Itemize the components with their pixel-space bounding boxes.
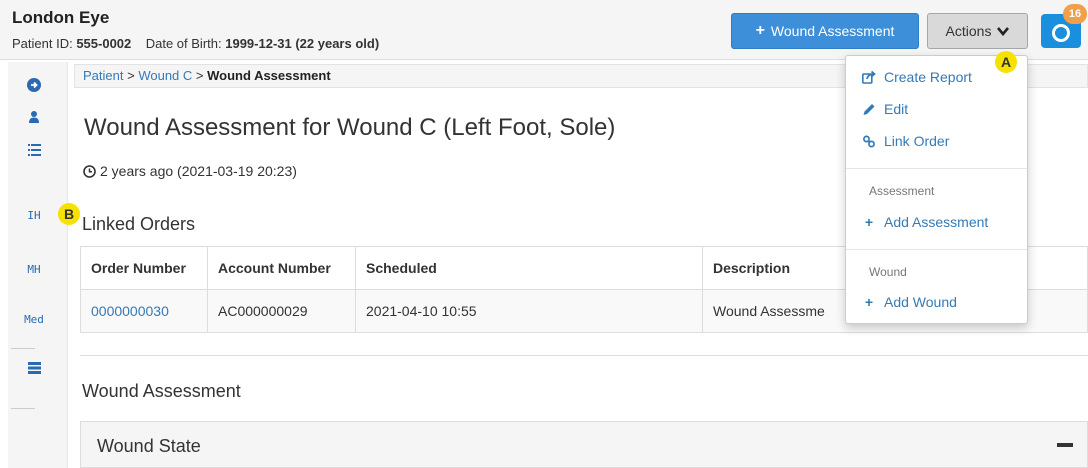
clock-icon — [83, 164, 96, 178]
collapse-icon[interactable] — [1057, 443, 1073, 447]
menu-item-create-report[interactable]: Create Report — [862, 69, 972, 85]
menu-divider — [846, 249, 1027, 250]
annotation-marker-b: B — [58, 203, 80, 225]
order-number-cell[interactable]: 0000000030 — [80, 289, 208, 333]
assessment-time-text: 2 years ago (2021-03-19 20:23) — [100, 163, 297, 179]
menu-divider — [846, 168, 1027, 169]
plus-icon: + — [864, 214, 874, 230]
menu-item-edit[interactable]: Edit — [862, 101, 908, 117]
sidebar-item-mh[interactable]: MH — [8, 263, 60, 276]
sidebar-item-patient[interactable] — [8, 110, 60, 123]
wound-assessment-heading: Wound Assessment — [82, 381, 241, 401]
med-icon: Med — [24, 313, 44, 326]
add-wound-label: Add Wound — [884, 294, 957, 310]
menu-header-assessment: Assessment — [869, 184, 935, 198]
column-header-order-number[interactable]: Order Number — [80, 246, 208, 290]
assessment-time: 2 years ago (2021-03-19 20:23) — [83, 163, 297, 179]
pencil-icon — [863, 103, 875, 115]
plus-icon: + — [864, 294, 874, 310]
sidebar-item-arrow[interactable] — [8, 78, 60, 92]
menu-header-wound: Wound — [869, 265, 907, 279]
account-number-cell: AC000000029 — [207, 289, 356, 333]
patient-id: 555-0002 — [76, 36, 132, 51]
link-icon — [863, 135, 875, 147]
patient-id-label: Patient ID: — [12, 36, 73, 51]
sidebar-item-list[interactable] — [8, 144, 60, 156]
breadcrumb-separator: > — [127, 68, 135, 83]
share-square-icon — [862, 70, 876, 84]
linked-orders-heading: Linked Orders — [82, 214, 196, 234]
breadcrumb-patient-link[interactable]: Patient — [83, 68, 123, 83]
plus-icon: + — [755, 22, 765, 39]
arrow-circle-right-icon — [27, 78, 41, 92]
menu-item-add-wound[interactable]: + Add Wound — [862, 294, 957, 310]
patient-name: London Eye — [12, 8, 110, 27]
actions-dropdown-button[interactable]: Actions — [927, 13, 1028, 49]
order-number-link[interactable]: 0000000030 — [91, 303, 169, 319]
add-assessment-label: Add Assessment — [884, 214, 989, 230]
column-header-scheduled[interactable]: Scheduled — [355, 246, 703, 290]
actions-dropdown-menu: Create Report Edit Link Order Assessment… — [845, 55, 1028, 324]
chevron-down-icon — [997, 26, 1010, 36]
left-sidebar: IH MH Med — [8, 62, 68, 468]
breadcrumb-separator: > — [195, 68, 204, 83]
page-title: Wound Assessment for Wound C (Left Foot,… — [84, 114, 616, 141]
list-icon — [27, 144, 41, 156]
menu-item-link-order[interactable]: Link Order — [862, 133, 949, 149]
sidebar-item-med[interactable]: Med — [8, 313, 60, 326]
sidebar-item-tasks[interactable] — [8, 362, 60, 374]
tasks-icon — [27, 362, 41, 374]
sidebar-item-ih[interactable]: IH — [8, 209, 60, 222]
menu-item-add-assessment[interactable]: + Add Assessment — [862, 214, 988, 230]
sidebar-divider — [11, 348, 35, 349]
column-header-account-number[interactable]: Account Number — [207, 246, 356, 290]
camera-icon — [1052, 24, 1070, 42]
camera-count-badge: 16 — [1063, 4, 1087, 24]
wound-state-panel[interactable]: Wound State — [80, 421, 1088, 468]
user-icon — [29, 111, 39, 123]
wound-assessment-button-label: Wound Assessment — [770, 23, 895, 39]
mh-icon: MH — [27, 263, 41, 276]
add-wound-assessment-button[interactable]: + Wound Assessment — [731, 13, 919, 49]
scheduled-cell: 2021-04-10 10:55 — [355, 289, 703, 333]
wound-state-title: Wound State — [97, 436, 201, 456]
breadcrumb-wound-link[interactable]: Wound C — [138, 68, 192, 83]
sidebar-divider — [11, 408, 35, 409]
patient-header: London Eye Patient ID: 555-0002 Date of … — [0, 0, 1088, 60]
edit-label: Edit — [884, 101, 909, 117]
dob-value: 1999-12-31 (22 years old) — [225, 36, 380, 51]
patient-meta: Patient ID: 555-0002 Date of Birth: 1999… — [12, 36, 379, 51]
ih-icon: IH — [27, 209, 41, 222]
actions-button-label: Actions — [945, 23, 992, 39]
create-report-label: Create Report — [884, 69, 972, 85]
section-divider — [80, 355, 1088, 356]
annotation-marker-a: A — [995, 51, 1017, 73]
breadcrumb-current: Wound Assessment — [207, 68, 331, 83]
link-order-label: Link Order — [884, 133, 950, 149]
dob-label: Date of Birth: — [145, 36, 222, 51]
